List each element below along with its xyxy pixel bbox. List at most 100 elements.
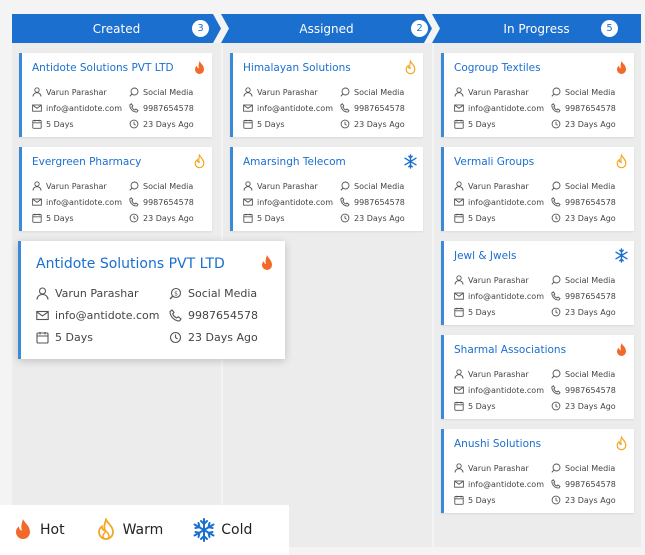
person-text: Varun Parashar — [468, 463, 529, 473]
lead-card[interactable]: Anushi Solutions Varun Parashar Social Med… — [441, 429, 634, 513]
lead-name: Antidote Solutions PVT LTD — [32, 62, 174, 74]
phone-text: 9987654578 — [143, 197, 194, 207]
legend-cold-label: Cold — [221, 522, 253, 538]
lead-card[interactable]: Cogroup Textiles Varun Parashar Social Med… — [441, 53, 634, 137]
lead-duration: 5 Days — [454, 495, 496, 505]
duration-text: 5 Days — [46, 213, 74, 223]
legend-cold: Cold — [193, 518, 252, 542]
lead-phone[interactable]: 9987654578 — [551, 197, 616, 207]
lead-contact-person: Varun Parashar — [243, 87, 318, 97]
column-title: Assigned — [299, 22, 354, 36]
ago-text: 23 Days Ago — [565, 213, 616, 223]
lead-email[interactable]: info@antidote.com — [454, 385, 544, 395]
lead-email[interactable]: info@antidote.com — [454, 197, 544, 207]
lead-source: Social Media — [551, 275, 615, 285]
lead-contact-person: Varun Parashar — [454, 275, 529, 285]
lead-phone[interactable]: 9987654578 — [551, 479, 616, 489]
source-text: Social Media — [565, 181, 616, 191]
phone-icon — [340, 103, 350, 113]
flame-outline-icon — [97, 518, 114, 540]
lead-card[interactable]: Himalayan Solutions Varun Parashar Social … — [230, 53, 423, 137]
column-header-assigned[interactable]: Assigned 2 — [221, 14, 432, 43]
phone-icon — [551, 103, 561, 113]
lead-contact-person: Varun Parashar — [36, 287, 138, 300]
phone-icon — [551, 291, 561, 301]
flame-filled-icon — [615, 60, 628, 75]
history-icon — [129, 213, 139, 223]
lead-duration: 5 Days — [454, 307, 496, 317]
lead-contact-person: Varun Parashar — [454, 87, 529, 97]
source-icon — [340, 181, 350, 191]
lead-card[interactable]: Evergreen Pharmacy Varun Parashar Social M… — [19, 147, 212, 231]
ago-text: 23 Days Ago — [565, 307, 616, 317]
lead-card[interactable]: Sharmal Associations Varun Parashar Social… — [441, 335, 634, 419]
lead-email[interactable]: info@antidote.com — [454, 291, 544, 301]
lead-age: 23 Days Ago — [551, 307, 616, 317]
column-header-in-progress[interactable]: In Progress 5 — [432, 14, 641, 43]
lead-phone[interactable]: 9987654578 — [551, 291, 616, 301]
lead-email[interactable]: info@antidote.com — [243, 197, 333, 207]
lead-source: Social Media — [551, 181, 615, 191]
lead-card[interactable]: Amarsingh Telecom Varun Parashar Social Me… — [230, 147, 423, 231]
count-badge: 3 — [192, 20, 209, 37]
source-text: Social Media — [143, 87, 194, 97]
source-text: Social Media — [188, 287, 258, 300]
email-icon — [454, 197, 464, 207]
email-text: info@antidote.com — [468, 385, 544, 395]
email-icon — [454, 103, 464, 113]
lead-phone[interactable]: 9987654578 — [129, 103, 194, 113]
column-header-created[interactable]: Created 3 — [12, 14, 221, 43]
lead-email[interactable]: info@antidote.com — [36, 309, 160, 322]
lead-phone[interactable]: 9987654578 — [129, 197, 194, 207]
snowflake-icon — [404, 154, 417, 169]
lead-age: 23 Days Ago — [340, 213, 405, 223]
flame-outline-icon — [615, 434, 628, 451]
duration-text: 5 Days — [55, 331, 93, 344]
lead-phone[interactable]: 9987654578 — [169, 309, 258, 322]
lead-phone[interactable]: 9987654578 — [551, 385, 616, 395]
lead-phone[interactable]: 9987654578 — [551, 103, 616, 113]
person-text: Varun Parashar — [55, 287, 139, 300]
person-icon — [454, 463, 464, 473]
duration-text: 5 Days — [257, 213, 285, 223]
legend-warm: Warm — [95, 518, 163, 542]
flame-outline-icon — [193, 152, 206, 169]
duration-text: 5 Days — [468, 401, 496, 411]
lead-email[interactable]: info@antidote.com — [32, 197, 122, 207]
phone-icon — [129, 103, 139, 113]
lead-email[interactable]: info@antidote.com — [243, 103, 333, 113]
lead-age: 23 Days Ago — [551, 401, 616, 411]
email-text: info@antidote.com — [468, 197, 544, 207]
person-text: Varun Parashar — [468, 369, 529, 379]
lead-phone[interactable]: 9987654578 — [340, 197, 405, 207]
lead-email[interactable]: info@antidote.com — [454, 479, 544, 489]
lead-name: Amarsingh Telecom — [243, 156, 346, 168]
lead-email[interactable]: info@antidote.com — [454, 103, 544, 113]
lead-name: Vermali Groups — [454, 156, 535, 168]
lead-source: Social Media — [551, 87, 615, 97]
calendar-icon — [243, 213, 253, 223]
email-icon — [32, 197, 42, 207]
source-text: Social Media — [354, 87, 405, 97]
email-text: info@antidote.com — [46, 103, 122, 113]
lead-card[interactable]: Vermali Groups Varun Parashar Social Media… — [441, 147, 634, 231]
lead-card[interactable]: Jewl & Jwels Varun Parashar Social Media in… — [441, 241, 634, 325]
source-icon — [551, 181, 561, 191]
person-text: Varun Parashar — [257, 181, 318, 191]
source-icon — [129, 87, 139, 97]
lead-email[interactable]: info@antidote.com — [32, 103, 122, 113]
lead-phone[interactable]: 9987654578 — [340, 103, 405, 113]
lead-contact-person: Varun Parashar — [454, 181, 529, 191]
lead-age: 23 Days Ago — [340, 119, 405, 129]
dragging-lead-card[interactable]: Antidote Solutions PVT LTD Varun Parasha… — [18, 241, 285, 359]
person-icon — [454, 87, 464, 97]
lead-card[interactable]: Antidote Solutions PVT LTD Varun Parashar… — [19, 53, 212, 137]
duration-text: 5 Days — [468, 119, 496, 129]
lead-age: 23 Days Ago — [551, 213, 616, 223]
email-icon — [454, 479, 464, 489]
flame-outline-icon — [615, 152, 628, 169]
duration-text: 5 Days — [468, 213, 496, 223]
phone-icon — [551, 479, 561, 489]
lead-name: Jewl & Jwels — [454, 250, 517, 262]
ago-text: 23 Days Ago — [565, 119, 616, 129]
